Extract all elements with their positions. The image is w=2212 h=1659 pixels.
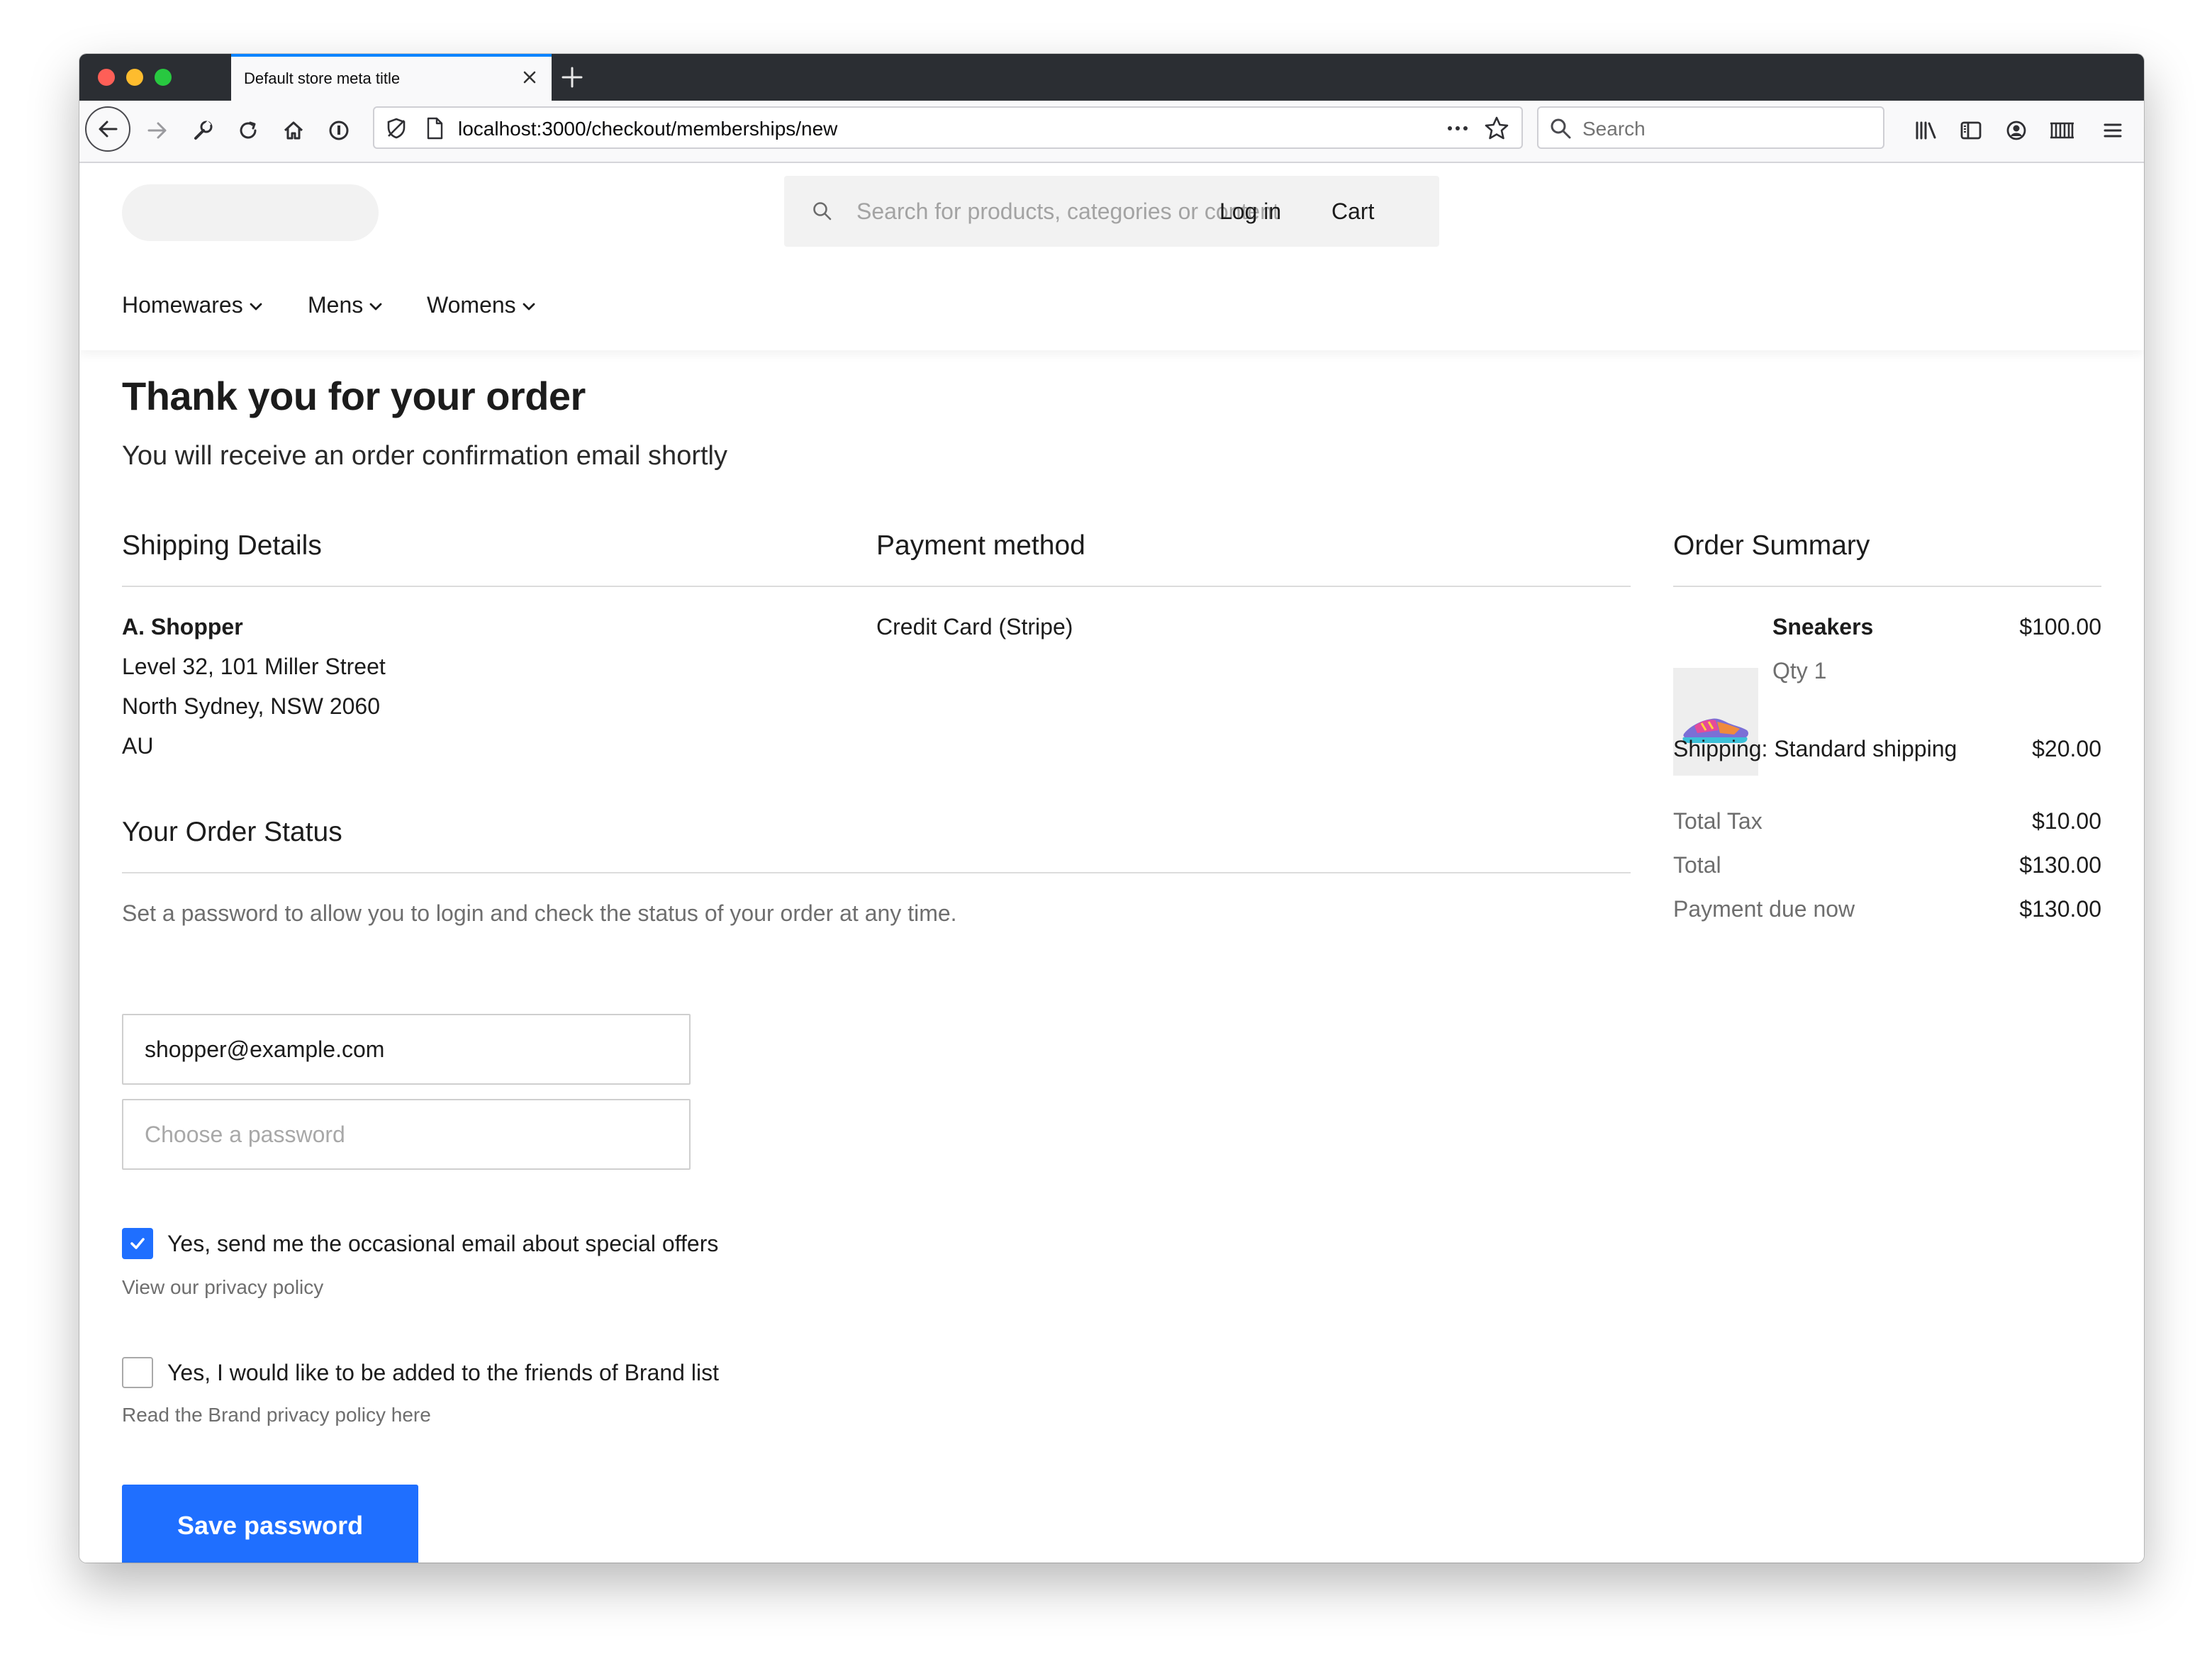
search-icon (1548, 116, 1573, 140)
friends-checkbox[interactable] (122, 1357, 153, 1388)
minimize-window-button[interactable] (126, 69, 143, 86)
url-text: localhost:3000/checkout/memberships/new (458, 118, 838, 140)
tracking-protection-icon[interactable] (384, 116, 408, 140)
section-divider (1673, 586, 2101, 587)
privacy-policy-link[interactable]: View our privacy policy (122, 1276, 323, 1299)
password-input[interactable] (145, 1100, 669, 1168)
section-divider (122, 586, 1631, 587)
shipping-address-line2: North Sydney, NSW 2060 (122, 693, 381, 719)
page-content: Log in Cart Homewares Mens Womens Thank … (79, 163, 2144, 1563)
nav-item-homewares[interactable]: Homewares (122, 292, 263, 318)
nav-item-label: Mens (308, 292, 364, 318)
nav-item-womens[interactable]: Womens (427, 292, 536, 318)
info-icon[interactable] (319, 111, 359, 150)
browser-search-placeholder: Search (1582, 118, 1646, 140)
order-status-heading: Your Order Status (122, 817, 342, 847)
site-header: Log in Cart Homewares Mens Womens (79, 163, 2144, 350)
tax-label: Total Tax (1673, 808, 1763, 834)
tab-bar: Default store meta title (79, 54, 2144, 101)
page-actions-icon[interactable] (1445, 116, 1470, 140)
home-icon (284, 121, 303, 140)
chevron-down-icon (250, 303, 262, 310)
save-password-button[interactable]: Save password (122, 1485, 418, 1563)
site-logo[interactable] (122, 184, 379, 241)
tax-value: $10.00 (2032, 808, 2101, 834)
section-divider (122, 872, 1631, 873)
chevron-down-icon (369, 303, 382, 310)
password-field[interactable] (122, 1099, 691, 1170)
item-name: Sneakers (1772, 614, 1874, 639)
page-title: Thank you for your order (122, 374, 586, 418)
payment-due-value: $130.00 (2019, 896, 2101, 922)
order-status-description: Set a password to allow you to login and… (122, 900, 957, 926)
checkmark-icon (130, 1238, 145, 1249)
offers-checkbox[interactable] (122, 1228, 153, 1259)
browser-tab[interactable]: Default store meta title (231, 54, 552, 101)
browser-window: Default store meta title localhost:3000/… (79, 54, 2144, 1563)
wrench-icon[interactable] (183, 111, 223, 150)
item-quantity: Qty 1 (1772, 658, 1827, 683)
payment-heading: Payment method (876, 530, 1085, 561)
chevron-down-icon (523, 303, 535, 310)
library-icon[interactable] (1906, 111, 1945, 150)
shipping-cost-value: $20.00 (2032, 736, 2101, 761)
account-icon[interactable] (1996, 111, 2036, 150)
item-price: $100.00 (2019, 614, 2101, 639)
arrow-left-icon (99, 121, 118, 138)
close-window-button[interactable] (98, 69, 115, 86)
search-icon (811, 200, 834, 223)
nav-item-label: Womens (427, 292, 516, 318)
shipping-country: AU (122, 733, 154, 759)
cart-link[interactable]: Cart (1331, 199, 1374, 225)
browser-search-bar[interactable]: Search (1537, 106, 1884, 149)
total-label: Total (1673, 852, 1721, 878)
new-tab-icon[interactable] (559, 64, 586, 91)
shipping-address-line1: Level 32, 101 Miller Street (122, 654, 386, 679)
order-summary-heading: Order Summary (1673, 530, 1870, 561)
offers-label[interactable]: Yes, send me the occasional email about … (167, 1231, 718, 1257)
sidebar-icon[interactable] (1951, 111, 1991, 150)
arrow-right-icon (147, 122, 167, 139)
close-tab-icon[interactable] (518, 65, 542, 89)
payment-method: Credit Card (Stripe) (876, 614, 1073, 639)
reload-icon (240, 121, 257, 139)
extensions-icon[interactable] (2042, 111, 2082, 150)
forward-button[interactable] (138, 111, 177, 150)
reload-button[interactable] (228, 111, 268, 150)
bookmark-star-icon[interactable] (1483, 115, 1510, 142)
total-value: $130.00 (2019, 852, 2101, 878)
friends-label[interactable]: Yes, I would like to be added to the fri… (167, 1360, 719, 1386)
email-input[interactable] (145, 1015, 669, 1083)
login-link[interactable]: Log in (1219, 199, 1281, 225)
browser-toolbar: localhost:3000/checkout/memberships/new … (79, 101, 2144, 163)
page-icon[interactable] (424, 116, 445, 140)
email-field[interactable] (122, 1014, 691, 1085)
hamburger-menu-icon[interactable] (2093, 111, 2133, 150)
home-button[interactable] (274, 111, 313, 150)
nav-item-label: Homewares (122, 292, 243, 318)
shipping-heading: Shipping Details (122, 530, 322, 561)
nav-item-mens[interactable]: Mens (308, 292, 383, 318)
brand-privacy-link[interactable]: Read the Brand privacy policy here (122, 1404, 431, 1426)
tab-title: Default store meta title (244, 69, 401, 87)
address-bar[interactable]: localhost:3000/checkout/memberships/new (373, 106, 1523, 149)
payment-due-label: Payment due now (1673, 896, 1855, 922)
maximize-window-button[interactable] (155, 69, 172, 86)
page-subtitle: You will receive an order confirmation e… (122, 441, 727, 471)
shipping-cost-label: Shipping: Standard shipping (1673, 736, 1957, 761)
shipping-name: A. Shopper (122, 614, 243, 639)
back-button[interactable] (85, 106, 130, 152)
